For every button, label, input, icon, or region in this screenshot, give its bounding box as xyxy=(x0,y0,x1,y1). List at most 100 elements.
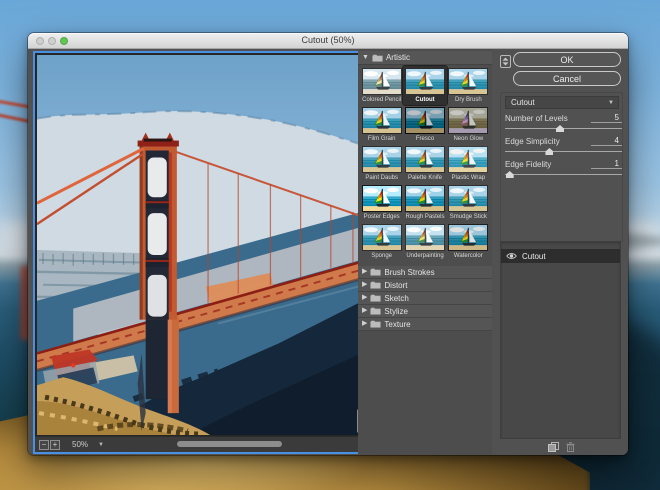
slider-track[interactable] xyxy=(505,123,622,133)
filter-group-collapsed[interactable]: ▶ Stylize xyxy=(358,305,492,318)
disclosure-closed-icon: ▶ xyxy=(362,268,367,276)
zoom-button[interactable] xyxy=(60,37,68,45)
filter-thumbnail-image xyxy=(362,185,402,212)
filter-group-collapsed[interactable]: ▶ Sketch xyxy=(358,292,492,305)
folder-icon xyxy=(370,281,381,289)
filter-thumbnail-label: Neon Glow xyxy=(453,136,483,143)
filter-thumbnail[interactable]: Plastic Wrap xyxy=(447,144,490,183)
effect-layer-row[interactable]: Cutout xyxy=(501,249,620,263)
preview-pane: − + 50% ▼ xyxy=(33,51,365,454)
filter-thumbnail-image xyxy=(448,224,488,251)
slider-value-field[interactable]: 5 xyxy=(591,113,622,123)
filter-thumbnail-label: Palette Knife xyxy=(408,175,442,182)
preview-statusbar: − + 50% ▼ xyxy=(35,436,363,452)
filter-group-collapsed[interactable]: ▶ Brush Strokes xyxy=(358,266,492,279)
filter-thumbnail-image xyxy=(405,107,445,134)
slider-thumb[interactable] xyxy=(506,171,514,178)
filter-thumbnail[interactable]: Underpainting xyxy=(403,222,446,261)
filter-thumbnail-image xyxy=(448,107,488,134)
folder-icon xyxy=(370,294,381,302)
filter-thumbnail[interactable]: Smudge Stick xyxy=(447,183,490,222)
filter-select-dropdown[interactable]: Cutout ▼ xyxy=(505,96,619,109)
folder-icon xyxy=(372,54,383,62)
preview-canvas[interactable] xyxy=(35,53,363,437)
slider-track[interactable] xyxy=(505,169,622,179)
filter-thumbnail-image xyxy=(405,68,445,95)
slider-value-field[interactable]: 1 xyxy=(591,159,622,169)
folder-icon xyxy=(370,268,381,276)
filter-thumbnail[interactable]: Poster Edges xyxy=(360,183,403,222)
filter-thumbnail[interactable]: Watercolor xyxy=(447,222,490,261)
slider-group-list: Number of Levels 5 Edge Simplicity 4 xyxy=(505,111,622,180)
filter-select-value: Cutout xyxy=(511,98,535,107)
filter-group-list: ▶ Brush Strokes ▶ Distort xyxy=(358,266,492,331)
cancel-button[interactable]: Cancel xyxy=(513,71,621,86)
delete-effect-layer-icon[interactable] xyxy=(566,442,575,452)
filter-thumbnail[interactable]: Colored Pencil xyxy=(360,66,403,105)
filter-thumbnail-label: Paint Daubs xyxy=(365,175,398,182)
folder-icon xyxy=(370,307,381,315)
filter-gallery-dialog: Cutout (50%) xyxy=(28,33,628,455)
filter-thumbnail-image xyxy=(448,185,488,212)
slider-value-field[interactable]: 4 xyxy=(591,136,622,146)
filter-group-label: Brush Strokes xyxy=(384,268,434,277)
filter-thumbnail-label: Film Grain xyxy=(368,136,396,143)
filter-thumbnail[interactable]: Sponge xyxy=(360,222,403,261)
disclosure-closed-icon: ▶ xyxy=(362,281,367,289)
effect-layer-name: Cutout xyxy=(522,252,546,261)
filter-thumbnail[interactable]: Neon Glow xyxy=(447,105,490,144)
zoom-menu-chevron-icon[interactable]: ▼ xyxy=(98,442,104,448)
filter-group-label: Distort xyxy=(384,281,407,290)
minimize-button[interactable] xyxy=(48,37,56,45)
filter-group-label: Texture xyxy=(384,320,410,329)
filter-thumbnail-label: Rough Pastels xyxy=(405,214,444,221)
window-title: Cutout (50%) xyxy=(28,33,628,48)
filter-thumbnail[interactable]: Dry Brush xyxy=(447,66,490,105)
slider-track[interactable] xyxy=(505,146,622,156)
filter-thumbnail[interactable]: Film Grain xyxy=(360,105,403,144)
slider-thumb[interactable] xyxy=(545,148,553,155)
filter-group-artistic[interactable]: ▼ Artistic xyxy=(358,51,492,65)
filter-group-label: Stylize xyxy=(384,307,408,316)
close-button[interactable] xyxy=(36,37,44,45)
preview-horizontal-scrollbar[interactable] xyxy=(177,441,282,447)
disclosure-closed-icon: ▶ xyxy=(362,307,367,315)
chevron-down-icon: ▼ xyxy=(608,98,614,109)
settings-pane: OK Cancel Cutout ▼ Number of Levels 5 xyxy=(497,49,625,455)
filter-thumbnail-image xyxy=(362,224,402,251)
ok-button[interactable]: OK xyxy=(513,52,621,67)
eye-icon[interactable] xyxy=(506,252,517,260)
zoom-in-button[interactable]: + xyxy=(50,440,60,450)
filter-thumbnail-image xyxy=(405,185,445,212)
slider-group: Edge Fidelity 1 xyxy=(505,157,622,179)
disclosure-open-icon: ▼ xyxy=(362,54,369,62)
filter-group-collapsed[interactable]: ▶ Texture xyxy=(358,318,492,331)
filter-thumbnail[interactable]: Cutout xyxy=(403,66,446,105)
collapse-filter-pane-button[interactable] xyxy=(500,55,511,68)
filter-thumbnail-image xyxy=(362,68,402,95)
filter-thumbnail-label: Dry Brush xyxy=(455,97,482,104)
filter-browser-pane: ▼ Artistic xyxy=(358,49,492,455)
zoom-level-value[interactable]: 50% xyxy=(72,440,88,449)
filter-thumbnail-label: Cutout xyxy=(415,97,434,104)
window-titlebar[interactable]: Cutout (50%) xyxy=(28,33,628,49)
dialog-body: − + 50% ▼ ▼ Artistic xyxy=(28,49,628,455)
filter-thumbnail[interactable]: Rough Pastels xyxy=(403,183,446,222)
zoom-out-button[interactable]: − xyxy=(39,440,49,450)
filter-thumbnail-label: Smudge Stick xyxy=(450,214,487,221)
folder-icon xyxy=(370,320,381,328)
effect-layers-list: Cutout xyxy=(500,241,621,439)
filter-thumbnail-label: Underpainting xyxy=(406,253,443,260)
slider-thumb[interactable] xyxy=(556,125,564,132)
filter-thumbnail[interactable]: Paint Daubs xyxy=(360,144,403,183)
slider-label: Edge Fidelity xyxy=(505,160,551,169)
disclosure-closed-icon: ▶ xyxy=(362,294,367,302)
disclosure-closed-icon: ▶ xyxy=(362,320,367,328)
filter-thumbnail[interactable]: Palette Knife xyxy=(403,144,446,183)
filter-thumbnail-grid: Colored Pencil xyxy=(358,65,492,261)
filter-thumbnail-image xyxy=(405,224,445,251)
filter-group-collapsed[interactable]: ▶ Distort xyxy=(358,279,492,292)
filter-thumbnail-image xyxy=(448,68,488,95)
new-effect-layer-icon[interactable] xyxy=(548,442,559,452)
filter-thumbnail[interactable]: Fresco xyxy=(403,105,446,144)
